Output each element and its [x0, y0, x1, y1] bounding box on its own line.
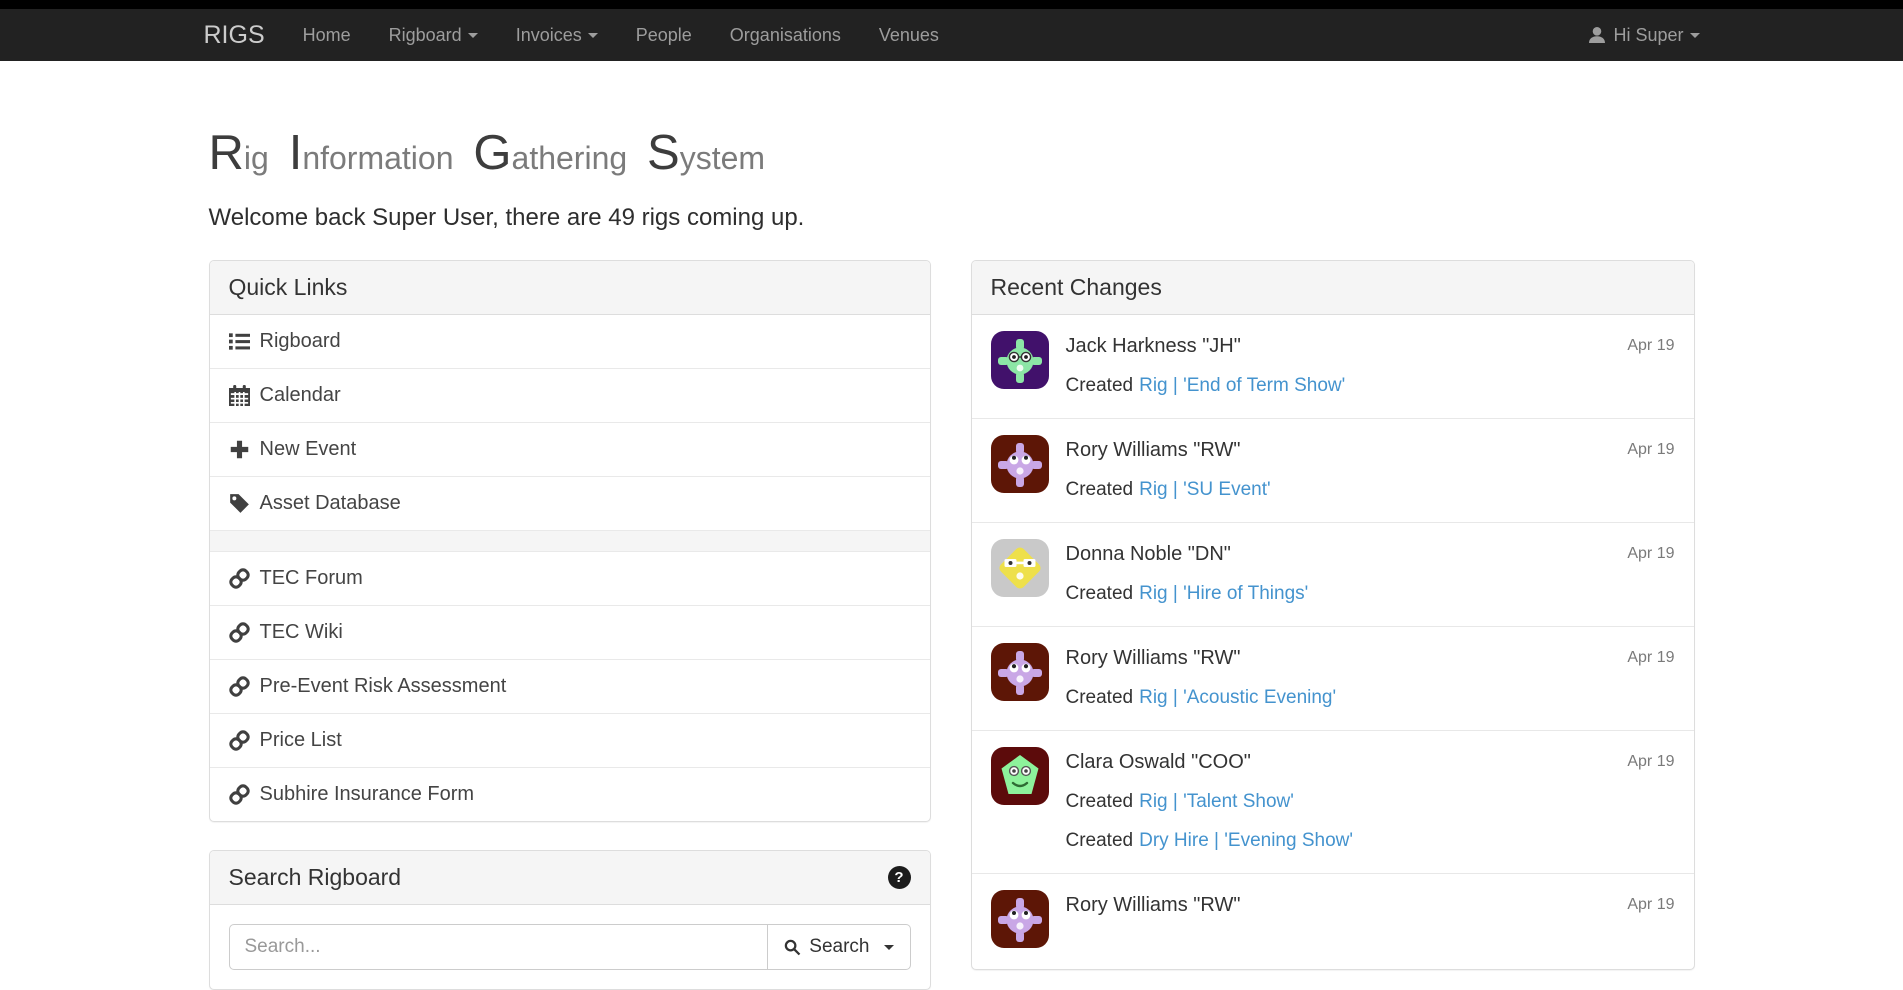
- user-icon: [1588, 26, 1606, 44]
- nav-item-venues[interactable]: Venues: [860, 9, 958, 61]
- change-date: Apr 19: [1627, 545, 1674, 563]
- change-link[interactable]: Rig | 'Hire of Things': [1139, 583, 1308, 604]
- change-date: Apr 19: [1627, 753, 1674, 771]
- page-title: Rig Information Gathering System: [209, 129, 1695, 178]
- change-action: CreatedRig | 'Hire of Things': [1066, 583, 1675, 605]
- recent-changes-header: Recent Changes: [972, 261, 1694, 315]
- quick-links-panel: Quick Links Rigboard Calendar New Event: [209, 260, 931, 822]
- change-date: Apr 19: [1627, 337, 1674, 355]
- change-date: Apr 19: [1627, 896, 1674, 914]
- recent-change-item: Rory Williams "RW" Apr 19 CreatedRig | '…: [972, 627, 1694, 731]
- user-menu[interactable]: Hi Super: [1588, 25, 1699, 46]
- quick-link-calendar[interactable]: Calendar: [210, 369, 930, 423]
- quick-link-new-event[interactable]: New Event: [210, 423, 930, 477]
- link-icon: [229, 784, 250, 805]
- change-action: CreatedDry Hire | 'Evening Show': [1066, 830, 1675, 852]
- quick-link-tec-forum[interactable]: TEC Forum: [210, 552, 930, 606]
- search-icon: [784, 939, 801, 956]
- recent-change-item: Rory Williams "RW" Apr 19 CreatedRig | '…: [972, 419, 1694, 523]
- search-rigboard-header: Search Rigboard ?: [210, 851, 930, 905]
- quick-link-price-list[interactable]: Price List: [210, 714, 930, 768]
- search-rigboard-panel: Search Rigboard ? Search: [209, 850, 931, 990]
- search-button[interactable]: Search: [768, 924, 910, 970]
- nav-item-rigboard[interactable]: Rigboard: [370, 9, 497, 61]
- quick-link-risk-assessment[interactable]: Pre-Event Risk Assessment: [210, 660, 930, 714]
- change-link[interactable]: Rig | 'Acoustic Evening': [1139, 687, 1336, 708]
- change-date: Apr 19: [1627, 441, 1674, 459]
- plus-icon: [229, 439, 250, 460]
- link-icon: [229, 730, 250, 751]
- user-avatar: [991, 747, 1049, 805]
- recent-change-item: Clara Oswald "COO" Apr 19 CreatedRig | '…: [972, 731, 1694, 874]
- search-rigboard-title: Search Rigboard: [229, 863, 402, 892]
- change-action: CreatedRig | 'SU Event': [1066, 479, 1675, 501]
- change-link[interactable]: Rig | 'End of Term Show': [1139, 375, 1345, 396]
- quick-link-tec-wiki[interactable]: TEC Wiki: [210, 606, 930, 660]
- nav-item-invoices[interactable]: Invoices: [497, 9, 617, 61]
- change-action: CreatedRig | 'Talent Show': [1066, 791, 1675, 813]
- user-avatar: [991, 539, 1049, 597]
- welcome-message: Welcome back Super User, there are 49 ri…: [209, 204, 1695, 232]
- change-link[interactable]: Rig | 'Talent Show': [1139, 791, 1294, 812]
- recent-change-item: Donna Noble "DN" Apr 19 CreatedRig | 'Hi…: [972, 523, 1694, 627]
- tag-icon: [229, 493, 250, 514]
- search-input[interactable]: [229, 924, 769, 970]
- person-name: Rory Williams "RW": [1066, 439, 1241, 462]
- change-link[interactable]: Rig | 'SU Event': [1139, 479, 1271, 500]
- quick-links-header: Quick Links: [210, 261, 930, 315]
- quick-link-rigboard[interactable]: Rigboard: [210, 315, 930, 369]
- person-name: Jack Harkness "JH": [1066, 335, 1241, 358]
- change-action: CreatedRig | 'Acoustic Evening': [1066, 687, 1675, 709]
- nav-item-people[interactable]: People: [617, 9, 711, 61]
- change-link[interactable]: Dry Hire | 'Evening Show': [1139, 830, 1353, 851]
- chevron-down-icon: [468, 33, 478, 38]
- quick-link-asset-database[interactable]: Asset Database: [210, 477, 930, 531]
- link-icon: [229, 568, 250, 589]
- person-name: Rory Williams "RW": [1066, 894, 1241, 917]
- change-action: CreatedRig | 'End of Term Show': [1066, 375, 1675, 397]
- calendar-icon: [229, 385, 250, 406]
- chevron-down-icon: [1690, 33, 1700, 38]
- nav-item-organisations[interactable]: Organisations: [711, 9, 860, 61]
- user-avatar: [991, 331, 1049, 389]
- user-avatar: [991, 643, 1049, 701]
- recent-change-item: Jack Harkness "JH" Apr 19 CreatedRig | '…: [972, 315, 1694, 419]
- main-navbar: RIGS Home Rigboard Invoices People Organ…: [0, 9, 1903, 61]
- nav-item-home[interactable]: Home: [284, 9, 370, 61]
- link-icon: [229, 622, 250, 643]
- user-avatar: [991, 890, 1049, 948]
- recent-change-item: Rory Williams "RW" Apr 19: [972, 874, 1694, 969]
- top-strip: [0, 0, 1903, 9]
- user-avatar: [991, 435, 1049, 493]
- person-name: Donna Noble "DN": [1066, 543, 1231, 566]
- person-name: Clara Oswald "COO": [1066, 751, 1251, 774]
- help-icon[interactable]: ?: [888, 866, 911, 889]
- list-icon: [229, 331, 250, 352]
- link-icon: [229, 676, 250, 697]
- quick-link-subhire-insurance[interactable]: Subhire Insurance Form: [210, 768, 930, 821]
- quick-links-title: Quick Links: [229, 273, 348, 302]
- person-name: Rory Williams "RW": [1066, 647, 1241, 670]
- chevron-down-icon: [884, 945, 894, 950]
- chevron-down-icon: [588, 33, 598, 38]
- recent-changes-panel: Recent Changes: [971, 260, 1695, 970]
- change-date: Apr 19: [1627, 649, 1674, 667]
- brand-rigs[interactable]: RIGS: [204, 21, 284, 50]
- user-menu-label: Hi Super: [1613, 25, 1683, 46]
- quick-links-separator: [210, 531, 930, 552]
- quick-links-list: Rigboard Calendar New Event Asset Databa…: [210, 315, 930, 821]
- recent-changes-title: Recent Changes: [991, 273, 1162, 302]
